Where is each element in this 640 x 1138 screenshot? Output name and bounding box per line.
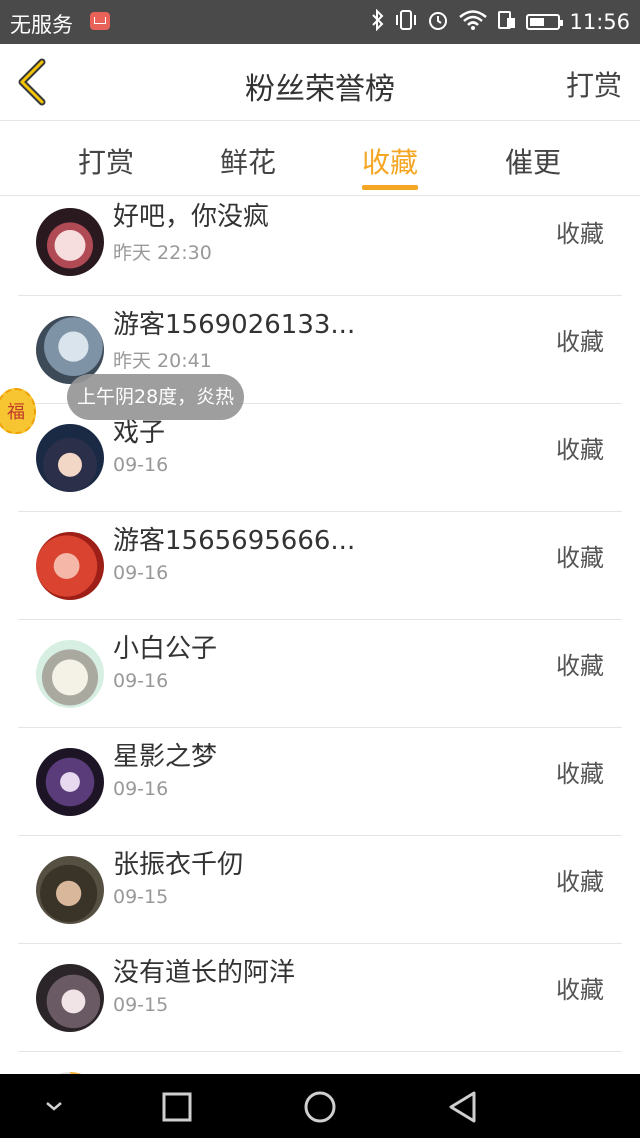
item-date: 09-16: [113, 562, 169, 584]
avatar: [36, 748, 104, 816]
item-action: 收藏: [556, 760, 604, 788]
list-item[interactable]: 小白公子 09-16 收藏: [0, 620, 640, 728]
chevron-down-icon[interactable]: [42, 1090, 66, 1126]
item-action: 收藏: [556, 976, 604, 1004]
clock: 11:56: [569, 10, 630, 34]
item-date: 09-15: [113, 886, 169, 908]
list-item[interactable]: 没有道长的阿洋 09-15 收藏: [0, 944, 640, 1052]
alarm-icon: [427, 9, 449, 36]
avatar: [36, 964, 104, 1032]
list-item[interactable]: 星影之梦 09-16 收藏: [0, 728, 640, 836]
header: 粉丝荣誉榜 打赏: [0, 44, 640, 121]
battery-icon: [526, 14, 564, 30]
user-name: 好吧，你没疯: [113, 202, 270, 232]
list-item[interactable]: 游客1565695666... 09-16 收藏: [0, 512, 640, 620]
avatar: [36, 640, 104, 708]
status-bar: 无服务 11:56: [0, 0, 640, 44]
item-date: 09-16: [113, 454, 169, 476]
list-item[interactable]: 戏子 09-16 收藏: [0, 404, 640, 512]
item-date: 09-15: [113, 994, 169, 1016]
item-action: 收藏: [556, 868, 604, 896]
avatar: [36, 856, 104, 924]
fan-list: 好吧，你没疯 昨天 22:30 收藏 游客1569026133... 昨天 20…: [0, 196, 640, 1074]
home-icon[interactable]: [302, 1090, 338, 1128]
user-name: 游客1565695666...: [113, 526, 356, 556]
list-item[interactable]: 好吧，你没疯 昨天 22:30 收藏: [0, 196, 640, 296]
item-action: 收藏: [556, 436, 604, 464]
item-action: 收藏: [556, 544, 604, 572]
weather-tooltip: 上午阴28度，炎热: [67, 374, 245, 420]
wifi-icon: [458, 9, 488, 36]
back-triangle-icon[interactable]: [446, 1090, 480, 1128]
tab-flowers[interactable]: 鲜花: [220, 141, 276, 181]
item-action: 收藏: [556, 220, 604, 248]
bluetooth-icon: [371, 8, 385, 36]
avatar: [36, 208, 104, 276]
avatar: [36, 532, 104, 600]
item-date: 09-16: [113, 670, 169, 692]
tab-bar: 打赏 鲜花 收藏 催更: [0, 121, 640, 196]
tab-favorites[interactable]: 收藏: [362, 141, 418, 181]
list-item[interactable]: 张振衣千仞 09-15 收藏: [0, 836, 640, 944]
reward-button[interactable]: 打赏: [566, 64, 622, 104]
page-title: 粉丝荣誉榜: [245, 72, 395, 107]
mail-notification-icon: [90, 12, 110, 30]
item-date: 09-16: [113, 778, 169, 800]
sim-data-icon: [497, 9, 517, 36]
item-action: 收藏: [556, 328, 604, 356]
system-nav-bar: [0, 1074, 640, 1138]
user-name: 游客1569026133...: [113, 310, 356, 340]
item-date: 昨天 20:41: [113, 350, 212, 372]
user-name: 没有道长的阿洋: [113, 958, 296, 988]
item-action: 收藏: [556, 652, 604, 680]
tab-reward[interactable]: 打赏: [78, 141, 134, 181]
user-name: 张振衣千仞: [113, 850, 244, 880]
active-tab-indicator: [362, 185, 418, 190]
vibrate-icon: [394, 9, 418, 36]
recent-apps-icon[interactable]: [160, 1090, 194, 1128]
avatar: [36, 424, 104, 492]
tab-urge-update[interactable]: 催更: [505, 141, 561, 181]
list-item[interactable]: [0, 1052, 640, 1074]
user-name: 星影之梦: [113, 742, 218, 772]
carrier-label: 无服务: [10, 13, 73, 37]
fu-badge-icon[interactable]: 福: [0, 388, 36, 434]
status-icons: 11:56: [371, 6, 630, 38]
user-name: 小白公子: [113, 634, 218, 664]
item-date: 昨天 22:30: [113, 242, 212, 264]
